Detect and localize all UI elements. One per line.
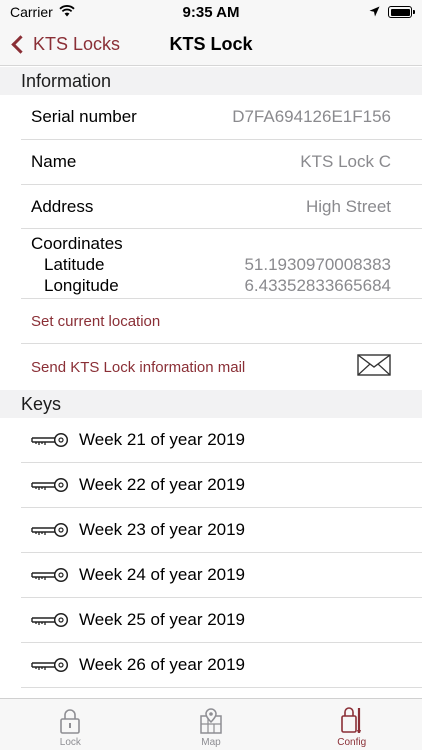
key-icon [31, 522, 69, 538]
map-icon [200, 708, 222, 734]
name-row[interactable]: Name KTS Lock C [21, 140, 422, 185]
key-icon [31, 612, 69, 628]
chevron-left-icon [11, 35, 30, 54]
key-list-item[interactable]: Week 24 of year 2019 [21, 553, 422, 598]
status-left: Carrier [10, 4, 369, 20]
address-value: High Street [305, 196, 391, 216]
latitude-line: Latitude 51.1930970008383 [44, 255, 391, 275]
tab-lock-label: Lock [59, 737, 81, 748]
tab-config[interactable]: Config [281, 699, 422, 750]
back-button[interactable]: KTS Locks [0, 34, 120, 55]
longitude-label: Longitude [44, 276, 119, 295]
key-label: Week 21 of year 2019 [79, 430, 246, 449]
set-current-location-button[interactable]: Set current location [21, 299, 422, 344]
send-information-mail-button[interactable]: Send KTS Lock information mail [21, 344, 422, 390]
key-list-item[interactable]: Week 21 of year 2019 [21, 418, 422, 463]
tab-bar: Lock Map Config [0, 698, 422, 750]
tab-map-label: Map [201, 737, 221, 748]
latitude-value: 51.1930970008383 [244, 255, 391, 274]
coordinates-row: Coordinates Latitude 51.1930970008383 Lo… [21, 228, 422, 299]
key-list-item[interactable]: Week 23 of year 2019 [21, 508, 422, 553]
battery-icon [388, 6, 415, 18]
padlock-icon [60, 709, 81, 734]
set-current-location-label: Set current location [31, 312, 161, 330]
key-list-item[interactable]: Week 25 of year 2019 [21, 598, 422, 643]
longitude-line: Longitude 6.43352833665684 [44, 276, 391, 296]
section-header-keys: Keys [0, 390, 422, 418]
key-label: Week 25 of year 2019 [79, 610, 246, 629]
key-label: Week 24 of year 2019 [79, 565, 246, 584]
navigation-bar: KTS Locks KTS Lock [0, 24, 422, 66]
latitude-label: Latitude [44, 255, 105, 274]
serial-number-label: Serial number [31, 107, 137, 126]
wifi-icon [59, 4, 75, 20]
key-icon [31, 432, 69, 448]
status-right [369, 4, 415, 20]
name-label: Name [31, 152, 77, 171]
key-icon [31, 477, 69, 493]
serial-number-value: D7FA694126E1F156 [232, 107, 391, 126]
section-header-information: Information [0, 67, 422, 95]
location-arrow-icon [369, 4, 380, 20]
key-label: Week 22 of year 2019 [79, 475, 246, 494]
config-icon [340, 707, 361, 733]
coordinates-label: Coordinates [31, 234, 123, 253]
tab-lock[interactable]: Lock [0, 699, 141, 750]
address-label: Address [31, 196, 94, 216]
key-list-item[interactable]: Week 22 of year 2019 [21, 463, 422, 508]
key-label: Week 26 of year 2019 [79, 655, 246, 674]
serial-number-row: Serial number D7FA694126E1F156 [21, 95, 422, 140]
back-button-label: KTS Locks [33, 34, 121, 54]
key-icon [31, 567, 69, 583]
key-icon [31, 657, 69, 673]
name-value: KTS Lock C [300, 152, 391, 171]
tab-config-label: Config [337, 737, 367, 748]
tab-map[interactable]: Map [141, 699, 282, 750]
address-row[interactable]: Address High Street [21, 185, 422, 229]
key-list-item[interactable]: Week 26 of year 2019 [21, 643, 422, 688]
carrier-label: Carrier [10, 4, 53, 20]
envelope-icon [357, 354, 391, 380]
key-label: Week 23 of year 2019 [79, 520, 246, 539]
status-bar: Carrier 9:35 AM [0, 0, 422, 24]
send-information-mail-label: Send KTS Lock information mail [31, 358, 246, 376]
longitude-value: 6.43352833665684 [244, 276, 391, 295]
